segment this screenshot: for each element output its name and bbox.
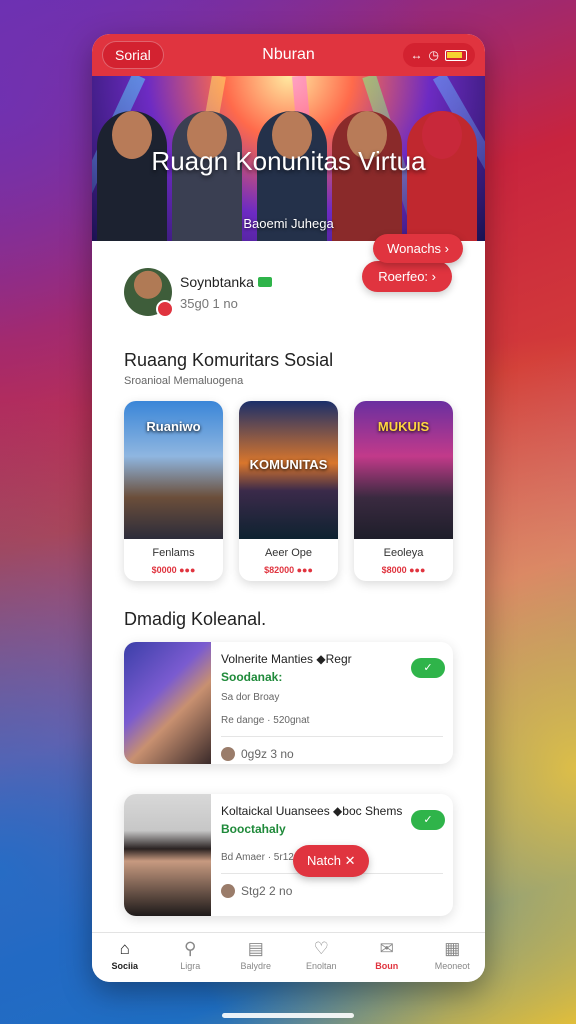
list-item-meta-secondary: Re dange · 520gnat [221,715,443,737]
list-item[interactable]: Koltaickal Uuansees ◆boc Shems Booctahal… [124,794,453,916]
tab-label: Enoltan [305,961,337,971]
card-art-title: Ruaniwo [146,419,201,434]
search-icon: ⚲ [184,939,197,958]
tab-label: Meoneot [434,961,470,971]
community-card[interactable]: KOMUNITAS Aeer Ope $82000 ●●● [239,401,338,581]
list-item-footer-text: Stg2 2 no [241,884,293,898]
tab-label: Boun [375,961,399,971]
tab-messages[interactable]: ✉ Boun [354,933,420,982]
user-name: Soynbtanka [180,274,272,290]
tab-more[interactable]: ▦ Meoneot [420,933,486,982]
clock-icon[interactable]: ◷ [429,48,439,62]
battery-icon [445,49,467,61]
card-label: Eeoleya [383,547,424,559]
hero-title: Ruagn Konunitas Virtua [151,146,426,176]
check-icon[interactable]: ✓ [411,810,445,830]
hero-banner: Ruagn Konunitas Virtua Baoemi Juhega [92,76,485,241]
list-item[interactable]: Volnerite Manties ◆Regr Soodanak: Sa dor… [124,642,453,764]
status-bar: Sorial Nburan ↔ ◷ [92,34,485,76]
card-price: $0000 ●●● [151,565,196,575]
card-label: Aeer Ope [264,547,313,559]
list-item-subtitle: Booctahaly [221,822,286,836]
mini-avatar [221,747,235,761]
list-item-footer-text: 0g9z 3 no [241,747,294,761]
tab-favorites[interactable]: ♡ Enoltan [289,933,355,982]
tab-home[interactable]: ⌂ Sociia [92,933,158,982]
card-price: $82000 ●●● [264,565,313,575]
status-title: Nburan [262,46,315,63]
online-status-icon [257,276,272,287]
list-item-meta: Sa dor Broay [221,692,280,703]
list-item-image [124,642,211,764]
home-indicator[interactable] [222,1013,354,1018]
card-price: $8000 ●●● [381,565,426,575]
tab-label: Ligra [180,961,201,971]
phone-frame: Sorial Nburan ↔ ◷ Ruagn Konunitas Virtua… [92,34,485,982]
list-item-image [124,794,211,916]
tab-bar: ⌂ Sociia ⚲ Ligra ▤ Balydre ♡ Enoltan ✉ B… [92,932,485,982]
community-cards: Ruaniwo Fenlams $0000 ●●● KOMUNITAS Aeer… [92,387,485,581]
hero-action-button[interactable]: Wonachs › [373,234,463,263]
card-art-title: KOMUNITAS [249,457,328,472]
user-meta: 35g0 1 no [180,295,238,311]
tab-label: Balydre [240,961,271,971]
tab-box[interactable]: ▤ Balydre [223,933,289,982]
mini-avatar [221,884,235,898]
list-item-title: Volnerite Manties ◆Regr [221,652,352,666]
list-item-subtitle: Soodanak: [221,670,283,684]
follow-button[interactable]: Roerfeo: › [362,261,452,292]
community-card[interactable]: MUKUIS Eeoleya $8000 ●●● [354,401,453,581]
arrows-icon[interactable]: ↔ [411,48,423,62]
message-icon: ✉ [379,939,394,958]
list-item-footer: Stg2 2 no [221,884,443,898]
home-icon: ⌂ [119,939,130,958]
list-item-title: Koltaickal Uuansees ◆boc Shems [221,804,403,818]
check-icon[interactable]: ✓ [411,658,445,678]
avatar-badge-icon [156,300,174,318]
status-left-pill[interactable]: Sorial [102,41,164,69]
status-icons: ↔ ◷ [402,43,475,67]
match-button[interactable]: Natch ✕ [293,845,370,877]
community-card[interactable]: Ruaniwo Fenlams $0000 ●●● [124,401,223,581]
list-icon: ▦ [444,939,461,958]
avatar[interactable] [124,268,174,318]
tab-search[interactable]: ⚲ Ligra [158,933,224,982]
user-name-text: Soynbtanka [180,273,254,290]
heart-icon: ♡ [313,939,329,958]
section-title: Ruaang Komuritars Sosial [124,350,334,370]
card-label: Fenlams [152,547,195,559]
hero-subtitle: Baoemi Juhega [243,216,334,231]
box-icon: ▤ [247,939,264,958]
card-art-title: MUKUIS [377,419,430,434]
section-subtitle: Sroanioal Memaluogena [124,375,244,387]
list-item-footer: 0g9z 3 no [221,747,443,761]
tab-label: Sociia [111,961,138,971]
list-title: Dmadig Koleanal. [124,609,267,629]
